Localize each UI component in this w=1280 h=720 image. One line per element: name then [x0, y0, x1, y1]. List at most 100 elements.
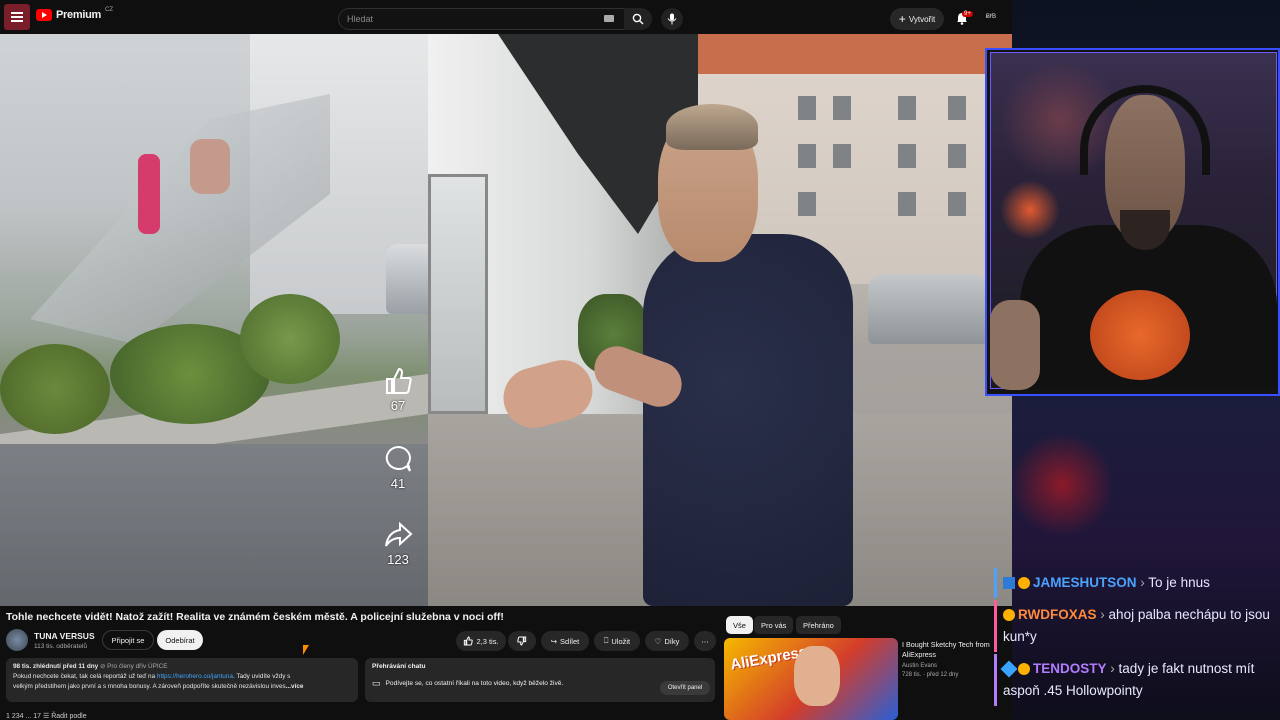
comment-action[interactable]: 41	[380, 444, 416, 491]
country-code: CZ	[104, 7, 113, 13]
chat-badge-icon	[1003, 609, 1015, 621]
chat-badge-icon	[1018, 577, 1030, 589]
room-light	[1000, 180, 1060, 240]
hashtag[interactable]: ÚPICE	[148, 663, 168, 670]
comments-header: 1 234 ... 17 ☰ Řadit podle	[6, 713, 87, 720]
save-button[interactable]: ⎕ Uložit	[594, 631, 640, 651]
filter-all[interactable]: Vše	[726, 616, 753, 634]
channel-name[interactable]: TUNA VERSUS	[34, 631, 95, 641]
window	[798, 144, 816, 168]
search-input[interactable]: Hledat	[338, 8, 624, 30]
comment-count: 41	[390, 476, 406, 491]
channel-subscribers: 113 tis. odběratelů	[34, 643, 87, 650]
filter-watched[interactable]: Přehráno	[796, 616, 841, 634]
bush	[240, 294, 340, 384]
description-meta: 98 tis. zhlédnutí před 11 dny ⊘ Pro člen…	[13, 662, 351, 672]
recommendation-channel: Austin Evans	[902, 663, 938, 669]
description-text: velkým předstihem jako první a s mnoha b…	[13, 683, 286, 690]
parked-car	[386, 244, 428, 314]
chat-username: RWDFOXAS	[1018, 607, 1097, 622]
chat-separator-icon: ›	[1100, 607, 1105, 622]
dislike-button[interactable]	[508, 631, 536, 651]
chat-replay-title: Přehrávání chatu	[372, 663, 426, 670]
video-left-scene[interactable]	[0, 34, 428, 606]
more-actions-button[interactable]: ⋯	[694, 631, 716, 651]
recommendation-title-line: I Bought Sketchy Tech from	[902, 640, 990, 649]
roof	[690, 34, 1012, 74]
like-count: 67	[390, 398, 406, 413]
account-avatar[interactable]: ɃƗƁ	[982, 10, 1000, 24]
chat-separator-icon: ›	[1140, 575, 1145, 590]
create-button[interactable]: + Vytvořit	[890, 8, 944, 30]
menu-button[interactable]	[4, 4, 30, 30]
person-pink	[138, 154, 160, 234]
share-button[interactable]: ↪ Sdílet	[541, 631, 589, 651]
show-more-link[interactable]: ...více	[286, 683, 304, 690]
chat-replay-text: Podívejte se, co ostatní říkali na toto …	[385, 680, 564, 687]
upload-date: před 11 dny	[62, 663, 99, 670]
recommendation-meta: Austin Evans 728 tis. · před 12 dny	[902, 662, 958, 680]
road	[0, 444, 428, 606]
notifications-badge: 9+	[962, 11, 973, 17]
bookmark-icon: ⎕	[603, 636, 609, 645]
description-text: . Tady uvidíte vždy s	[232, 673, 291, 680]
like-count-label: 2,3 tis.	[476, 636, 499, 646]
chat-username: TENDOSTY	[1033, 661, 1107, 676]
video-right-scene[interactable]	[428, 34, 1012, 606]
description-line-1: Pokud nechcete čekat, tak celá reportáž …	[13, 672, 351, 682]
like-button[interactable]: 2,3 tis.	[456, 631, 506, 651]
window	[798, 192, 816, 216]
window	[948, 96, 966, 120]
recommendation-thumbnail[interactable]: AliExpress	[724, 638, 898, 720]
plus-icon: +	[898, 12, 906, 26]
chat-replay-row: ▭ Podívejte se, co ostatní říkali na tot…	[372, 678, 708, 689]
youtube-topbar: Premium CZ Hledat + Vytvořit 9+ ɃƗƁ	[0, 0, 1012, 34]
share-icon: ↪	[550, 636, 558, 646]
parked-car	[868, 274, 988, 344]
search-icon	[632, 13, 644, 25]
window	[948, 144, 966, 168]
like-action[interactable]: 67	[380, 366, 416, 413]
chat-message: JAMESHUTSON › To je hnus	[994, 568, 1280, 598]
share-action[interactable]: 123	[380, 520, 416, 567]
thumbnail-face	[794, 646, 840, 706]
window	[898, 144, 916, 168]
chat-bubble-icon: ▭	[372, 678, 381, 688]
thumbs-up-icon	[464, 636, 474, 646]
thanks-label: Díky	[664, 636, 680, 646]
mouse-cursor-icon	[303, 645, 309, 655]
view-count: 98 tis. zhlédnutí	[13, 663, 61, 670]
description-link[interactable]: https://herohero.co/jantuna	[157, 673, 233, 680]
hamburger-icon	[11, 16, 23, 18]
chat-message: RWDFOXAS › ahoj palba nechápu to jsou ku…	[994, 600, 1280, 652]
window	[948, 192, 966, 216]
chat-badge-icon	[1003, 577, 1015, 589]
description-box[interactable]: 98 tis. zhlédnutí před 11 dny ⊘ Pro člen…	[6, 658, 358, 702]
video-title: Tohle nechcete vidět! Natož zažít! Reali…	[6, 611, 504, 623]
channel-avatar[interactable]	[6, 629, 28, 651]
youtube-logo[interactable]: Premium CZ	[36, 7, 113, 21]
heart-dollar-icon: ♡	[654, 636, 662, 646]
comment-icon	[385, 445, 411, 472]
filter-for-you[interactable]: Pro vás	[754, 616, 794, 634]
open-panel-button[interactable]: Otevřít panel	[660, 681, 710, 695]
chat-username: JAMESHUTSON	[1033, 575, 1137, 590]
bush	[0, 344, 110, 434]
members-tag: ⊘ Pro členy dřív	[100, 663, 147, 670]
join-button[interactable]: Připojit se	[102, 630, 154, 650]
man-hair	[666, 104, 758, 150]
more-icon: ⋯	[701, 636, 709, 646]
chat-badge-icon	[1018, 663, 1030, 675]
keyboard-icon[interactable]	[604, 15, 614, 22]
voice-search-button[interactable]	[661, 8, 683, 30]
streamer-arm	[990, 300, 1040, 390]
subscribe-button[interactable]: Odebírat	[157, 630, 203, 650]
chat-replay-panel: Přehrávání chatu ▭ Podívejte se, co osta…	[365, 658, 715, 702]
description-text: Pokud nechcete čekat, tak celá reportáž …	[13, 673, 157, 680]
window	[833, 96, 851, 120]
thanks-button[interactable]: ♡ Díky	[645, 631, 689, 651]
recommendation-title[interactable]: I Bought Sketchy Tech from AliExpress	[902, 640, 992, 660]
chat-message: TENDOSTY › tady je fakt nutnost mít aspo…	[994, 654, 1280, 706]
search-button[interactable]	[624, 8, 652, 30]
thumbs-down-icon	[517, 636, 527, 646]
